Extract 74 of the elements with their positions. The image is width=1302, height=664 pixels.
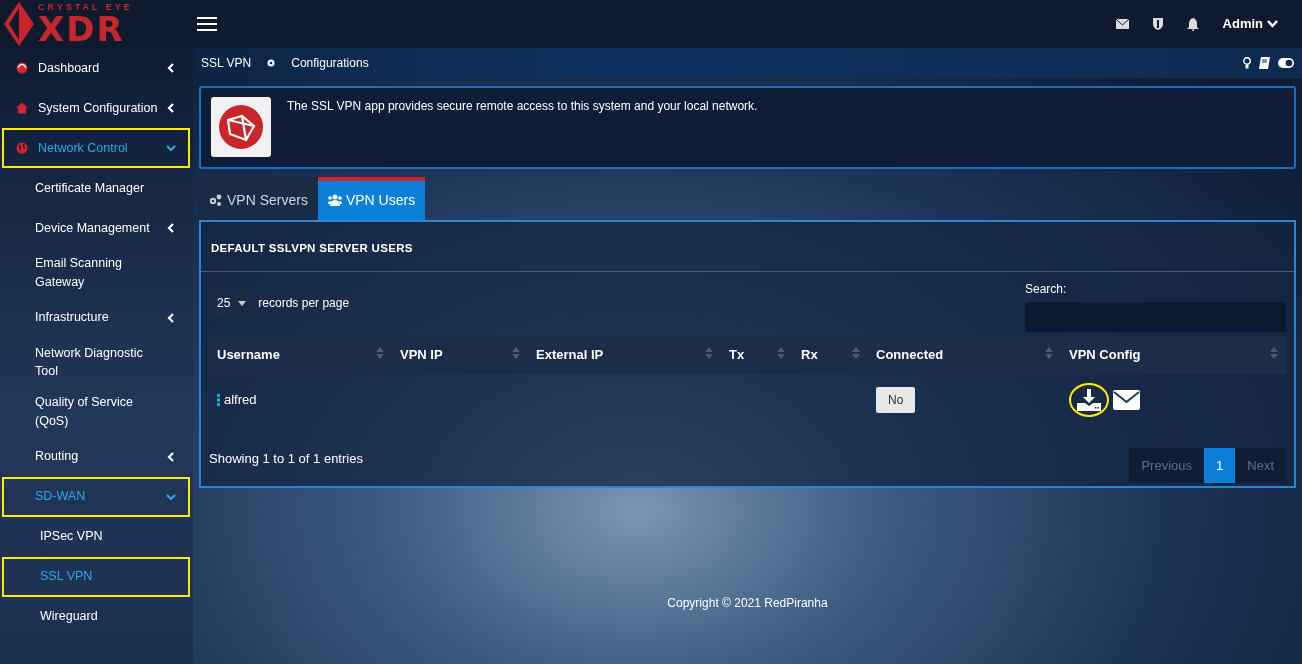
breadcrumb-separator-icon: [267, 59, 276, 67]
book-icon[interactable]: [1259, 57, 1270, 69]
download-icon: [1077, 388, 1101, 411]
search-label: Search:: [1025, 281, 1068, 299]
mail-icon[interactable]: [1113, 389, 1140, 410]
column-header[interactable]: Tx: [721, 336, 793, 374]
chevron-left-icon: [166, 451, 176, 462]
mail-icon[interactable]: [1115, 19, 1129, 29]
sort-icon: [777, 347, 785, 360]
home-icon: [16, 102, 28, 114]
chevron-down-icon: [166, 143, 176, 153]
vertical-dots-icon[interactable]: [217, 393, 220, 406]
tab[interactable]: VPN Users: [317, 177, 426, 220]
sidebar-item[interactable]: Wireguard: [2, 596, 190, 637]
breadcrumb-link[interactable]: SSL VPN: [201, 54, 252, 72]
sidebar-item[interactable]: Dashboard: [2, 48, 190, 88]
sidebar-item[interactable]: Quality of Service (QoS): [2, 387, 190, 437]
sort-icon: [1270, 347, 1278, 360]
chevron-left-icon: [166, 103, 176, 113]
bell-icon[interactable]: [1186, 17, 1199, 31]
app-logo-icon: [211, 97, 271, 157]
chevron-left-icon: [166, 312, 176, 323]
sidebar-item[interactable]: SSL VPN: [2, 556, 190, 597]
page-size-select[interactable]: 25: [209, 288, 255, 319]
search-field[interactable]: [1025, 302, 1286, 333]
users-icon: [327, 194, 342, 207]
chevron-down-icon: [1267, 20, 1278, 28]
username-cell-text: alfred: [224, 391, 257, 409]
caret-icon: [238, 300, 247, 306]
chevron-down-icon: [166, 491, 176, 502]
toggle-icon[interactable]: [1278, 58, 1294, 68]
shield-icon[interactable]: [1152, 18, 1163, 30]
column-header[interactable]: Rx: [793, 336, 868, 374]
sidebar-item[interactable]: IPSec VPN: [2, 516, 190, 557]
sidebar-item[interactable]: Network Control: [2, 128, 190, 168]
page-button[interactable]: 1: [1204, 447, 1236, 484]
sort-icon: [705, 347, 713, 360]
connected-status[interactable]: No: [876, 386, 916, 413]
copyright-text: Copyright © 2021 RedPiranha: [666, 595, 829, 612]
chevron-left-icon: [166, 63, 176, 73]
logo-text: XDR: [38, 11, 125, 46]
user-menu[interactable]: Admin: [1222, 14, 1278, 34]
column-header[interactable]: VPN Config: [1061, 336, 1286, 374]
breadcrumb-current: Configurations: [291, 55, 369, 72]
sidebar-item[interactable]: Infrastructure: [2, 297, 190, 338]
download-button[interactable]: [1069, 382, 1109, 417]
sidebar-item[interactable]: System Configuration: [2, 88, 190, 128]
info-text: The SSL VPN app provides secure remote access to this system and your local network.: [287, 98, 758, 115]
logo-tagline: CRYSTAL EYE: [38, 2, 133, 12]
column-header[interactable]: Connected: [868, 336, 1061, 374]
column-header[interactable]: Username: [209, 336, 392, 374]
sort-icon: [1045, 347, 1053, 360]
menu-icon[interactable]: [197, 16, 217, 32]
page-size-label: records per page: [258, 295, 350, 313]
sidebar-item[interactable]: Device Management: [2, 208, 190, 248]
entries-summary: Showing 1 to 1 of 1 entries: [209, 449, 363, 468]
chevron-left-icon: [166, 223, 176, 233]
globe-icon: [16, 142, 28, 154]
sort-icon: [852, 347, 860, 360]
sort-icon: [376, 347, 384, 360]
logo-icon: [4, 2, 34, 46]
sidebar-item[interactable]: SD-WAN: [2, 476, 190, 517]
sidebar-item[interactable]: Email Scanning Gateway: [2, 248, 190, 298]
lightbulb-icon[interactable]: [1243, 57, 1251, 69]
column-header[interactable]: External IP: [528, 336, 721, 374]
sidebar-item[interactable]: Network Diagnostic Tool: [2, 337, 190, 387]
tab[interactable]: VPN Servers: [199, 177, 318, 220]
sidebar-item[interactable]: Routing: [2, 436, 190, 477]
sidebar-item[interactable]: Certificate Manager: [2, 168, 190, 208]
gears-icon: [209, 194, 223, 207]
gauge-icon: [16, 62, 28, 74]
column-header[interactable]: VPN IP: [392, 336, 528, 374]
sort-icon: [512, 347, 520, 360]
panel-title: DEFAULT SSLVPN SERVER USERS: [201, 222, 1294, 273]
